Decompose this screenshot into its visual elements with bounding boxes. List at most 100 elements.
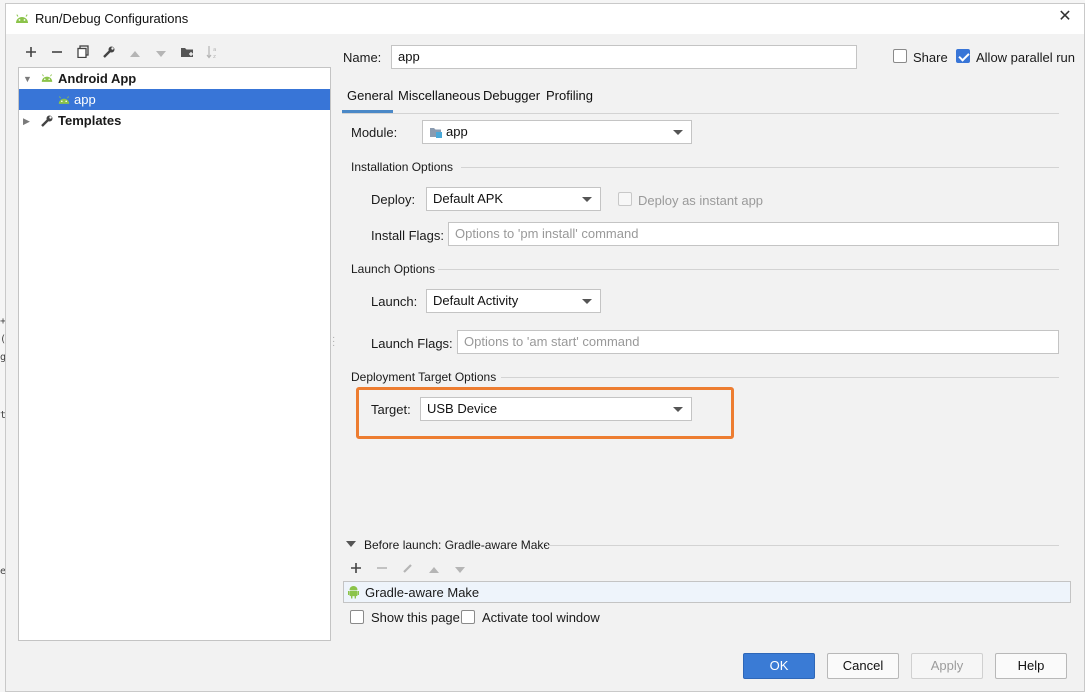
before-launch-heading: Before launch: Gradle-aware Make [364,538,551,552]
remove-configuration-button[interactable] [48,45,66,63]
deploy-label: Deploy: [371,192,416,207]
window-title: Run/Debug Configurations [35,11,189,26]
chevron-down-icon [582,299,592,304]
splitter-handle[interactable]: · · · [332,333,335,351]
allow-parallel-run-checkbox[interactable] [956,49,970,63]
wrench-icon [103,46,115,58]
add-task-button[interactable] [348,561,364,578]
deploy-instant-app-label: Deploy as instant app [638,193,764,208]
collapsed-arrow-icon[interactable]: ▶ [23,116,33,126]
collapse-arrow-icon[interactable] [346,541,356,547]
launch-select[interactable]: Default Activity [426,289,601,313]
cancel-button[interactable]: Cancel [827,653,899,679]
tree-item-app[interactable]: app [19,89,330,110]
deploy-instant-app-checkbox[interactable] [618,192,632,206]
share-checkbox[interactable] [893,49,907,63]
title-bar: Run/Debug Configurations ✕ [6,4,1084,34]
minus-icon [377,567,387,569]
deployment-target-heading: Deployment Target Options [351,370,497,384]
svg-text:a: a [213,47,216,53]
help-button[interactable]: Help [995,653,1067,679]
apply-button[interactable]: Apply [911,653,983,679]
arrow-down-icon [455,567,465,573]
arrow-down-icon [156,51,166,57]
target-label: Target: [371,402,411,417]
show-this-page-label: Show this page [371,610,460,625]
list-item[interactable]: Gradle-aware Make [344,582,1070,602]
task-label: Gradle-aware Make [365,585,480,600]
installation-options-heading: Installation Options [351,160,454,174]
arrow-up-icon [429,567,439,573]
move-task-up-button[interactable] [426,561,442,578]
chevron-down-icon [582,197,592,202]
tree-item-label: app [74,92,96,107]
install-flags-label: Install Flags: [371,228,444,243]
tree-item-label: Android App [58,71,137,86]
pencil-icon [403,564,412,573]
wrench-icon [41,115,53,127]
chevron-down-icon [673,407,683,412]
sort-button[interactable]: az [204,45,222,63]
show-this-page-checkbox[interactable] [350,610,364,624]
deploy-select[interactable]: Default APK [426,187,601,211]
arrow-up-icon [130,51,140,57]
launch-flags-input[interactable]: Options to 'am start' command [457,330,1059,354]
android-icon [58,96,70,104]
move-down-button[interactable] [152,45,170,63]
copy-icon [77,45,89,59]
edit-templates-button[interactable] [100,45,118,63]
plus-icon [351,563,361,573]
target-select[interactable]: USB Device [420,397,692,421]
android-robot-icon [348,586,359,599]
tab-debugger[interactable]: Debugger [483,88,540,103]
folder-icon [180,48,193,57]
close-icon[interactable]: ✕ [1056,8,1074,26]
tabs-divider [342,113,1059,114]
launch-options-heading: Launch Options [351,262,436,276]
tab-miscellaneous[interactable]: Miscellaneous [398,88,480,103]
tree-item-templates[interactable]: ▶ Templates [19,110,330,131]
svg-text:z: z [213,54,216,59]
launch-flags-label: Launch Flags: [371,336,453,351]
activate-tool-window-checkbox[interactable] [461,610,475,624]
tree-item-android-app[interactable]: ▼ Android App [19,68,330,89]
install-flags-input[interactable]: Options to 'pm install' command [448,222,1059,246]
chevron-down-icon [673,130,683,135]
name-label: Name: [343,50,382,65]
move-task-down-button[interactable] [452,561,468,578]
plus-icon [26,47,36,57]
minus-icon [52,51,62,53]
before-launch-list: Gradle-aware Make [343,581,1071,603]
share-label: Share [913,50,948,65]
ok-button[interactable]: OK [743,653,815,679]
move-up-button[interactable] [126,45,144,63]
tab-profiling[interactable]: Profiling [546,88,593,103]
copy-configuration-button[interactable] [74,45,92,63]
launch-label: Launch: [371,294,418,309]
configuration-tree: ▼ Android App app ▶ Templates [18,67,331,641]
edit-task-button[interactable] [400,561,416,578]
tree-item-label: Templates [58,113,122,128]
activate-tool-window-label: Activate tool window [482,610,600,625]
deploy-value: Default APK [433,191,504,206]
new-folder-button[interactable] [178,45,196,63]
target-value: USB Device [427,401,498,416]
section-divider [501,377,1059,378]
tab-general[interactable]: General [347,88,393,103]
android-icon [41,74,53,82]
module-folder-icon [430,128,442,138]
module-select[interactable]: app [422,120,692,144]
sort-icon: az [206,46,216,60]
android-icon [16,14,28,23]
allow-parallel-run-label: Allow parallel run [976,50,1075,65]
name-input[interactable]: app [391,45,857,69]
section-divider [438,269,1059,270]
run-debug-dialog: Run/Debug Configurations ✕ az ▼ Android … [5,3,1085,692]
module-label: Module: [351,125,398,140]
launch-value: Default Activity [433,293,519,308]
section-divider [461,167,1059,168]
section-divider [547,545,1059,546]
add-configuration-button[interactable] [22,45,40,63]
expanded-arrow-icon[interactable]: ▼ [23,74,33,84]
remove-task-button[interactable] [374,561,390,578]
